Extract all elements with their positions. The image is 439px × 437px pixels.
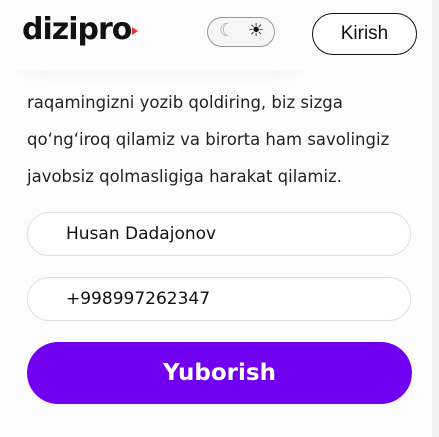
logo-text: dizipro <box>22 12 132 47</box>
page: dizipro ☾ ☀ Kirish raqamingizni yozib qo… <box>0 0 432 437</box>
scrollbar[interactable] <box>432 0 439 437</box>
theme-toggle[interactable]: ☾ ☀ <box>207 17 275 47</box>
name-input[interactable]: Husan Dadajonov <box>27 212 411 256</box>
submit-button[interactable]: Yuborish <box>27 342 412 404</box>
sun-icon[interactable]: ☀ <box>248 20 264 41</box>
logo-triangle-icon <box>132 26 139 35</box>
logo[interactable]: dizipro <box>22 12 139 47</box>
moon-icon[interactable]: ☾ <box>219 20 235 41</box>
form-description: raqamingizni yozib qoldiring, biz sizga … <box>27 93 390 186</box>
phone-input[interactable]: +998997262347 <box>27 277 411 321</box>
login-button[interactable]: Kirish <box>312 13 417 55</box>
